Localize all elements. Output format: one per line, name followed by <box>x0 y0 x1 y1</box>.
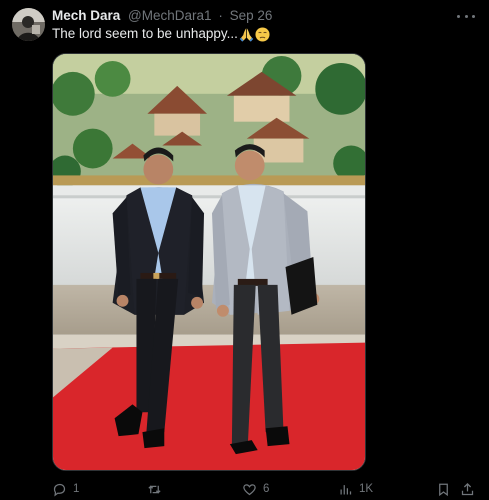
like-button[interactable]: 6 <box>242 480 269 498</box>
share-button[interactable] <box>460 480 481 498</box>
folded-hands-icon <box>239 28 254 42</box>
reply-button[interactable]: 1 <box>52 480 79 498</box>
reply-icon <box>53 483 66 496</box>
author-name[interactable]: Mech Dara <box>52 8 120 23</box>
author-handle[interactable]: @MechDara1 <box>128 8 212 23</box>
retweet-button[interactable] <box>147 480 168 498</box>
tweet-header: Mech Dara @MechDara1 · Sep 26 <box>52 8 272 24</box>
separator-dot: · <box>218 8 223 23</box>
unamused-face-icon <box>255 27 270 42</box>
tweet[interactable]: Mech Dara @MechDara1 · Sep 26 The lord s… <box>0 0 489 500</box>
avatar[interactable] <box>12 8 45 41</box>
bookmark-button[interactable] <box>436 480 457 498</box>
share-icon <box>461 482 474 495</box>
more-options-icon[interactable] <box>457 9 475 23</box>
tweet-date[interactable]: Sep 26 <box>230 8 273 23</box>
reply-count: 1 <box>73 483 80 495</box>
views-button[interactable]: 1K <box>338 480 373 498</box>
tweet-text-body: The lord seem to be unhappy... <box>52 26 238 41</box>
bar-chart-icon <box>340 484 352 494</box>
heart-icon <box>243 483 256 495</box>
view-count: 1K <box>359 483 374 495</box>
bookmark-icon <box>439 483 448 496</box>
tweet-actions: 1 6 1K <box>52 480 478 498</box>
tweet-photo[interactable] <box>52 53 366 471</box>
like-count: 6 <box>263 483 270 495</box>
tweet-text: The lord seem to be unhappy... <box>52 26 270 42</box>
retweet-icon <box>148 484 161 494</box>
